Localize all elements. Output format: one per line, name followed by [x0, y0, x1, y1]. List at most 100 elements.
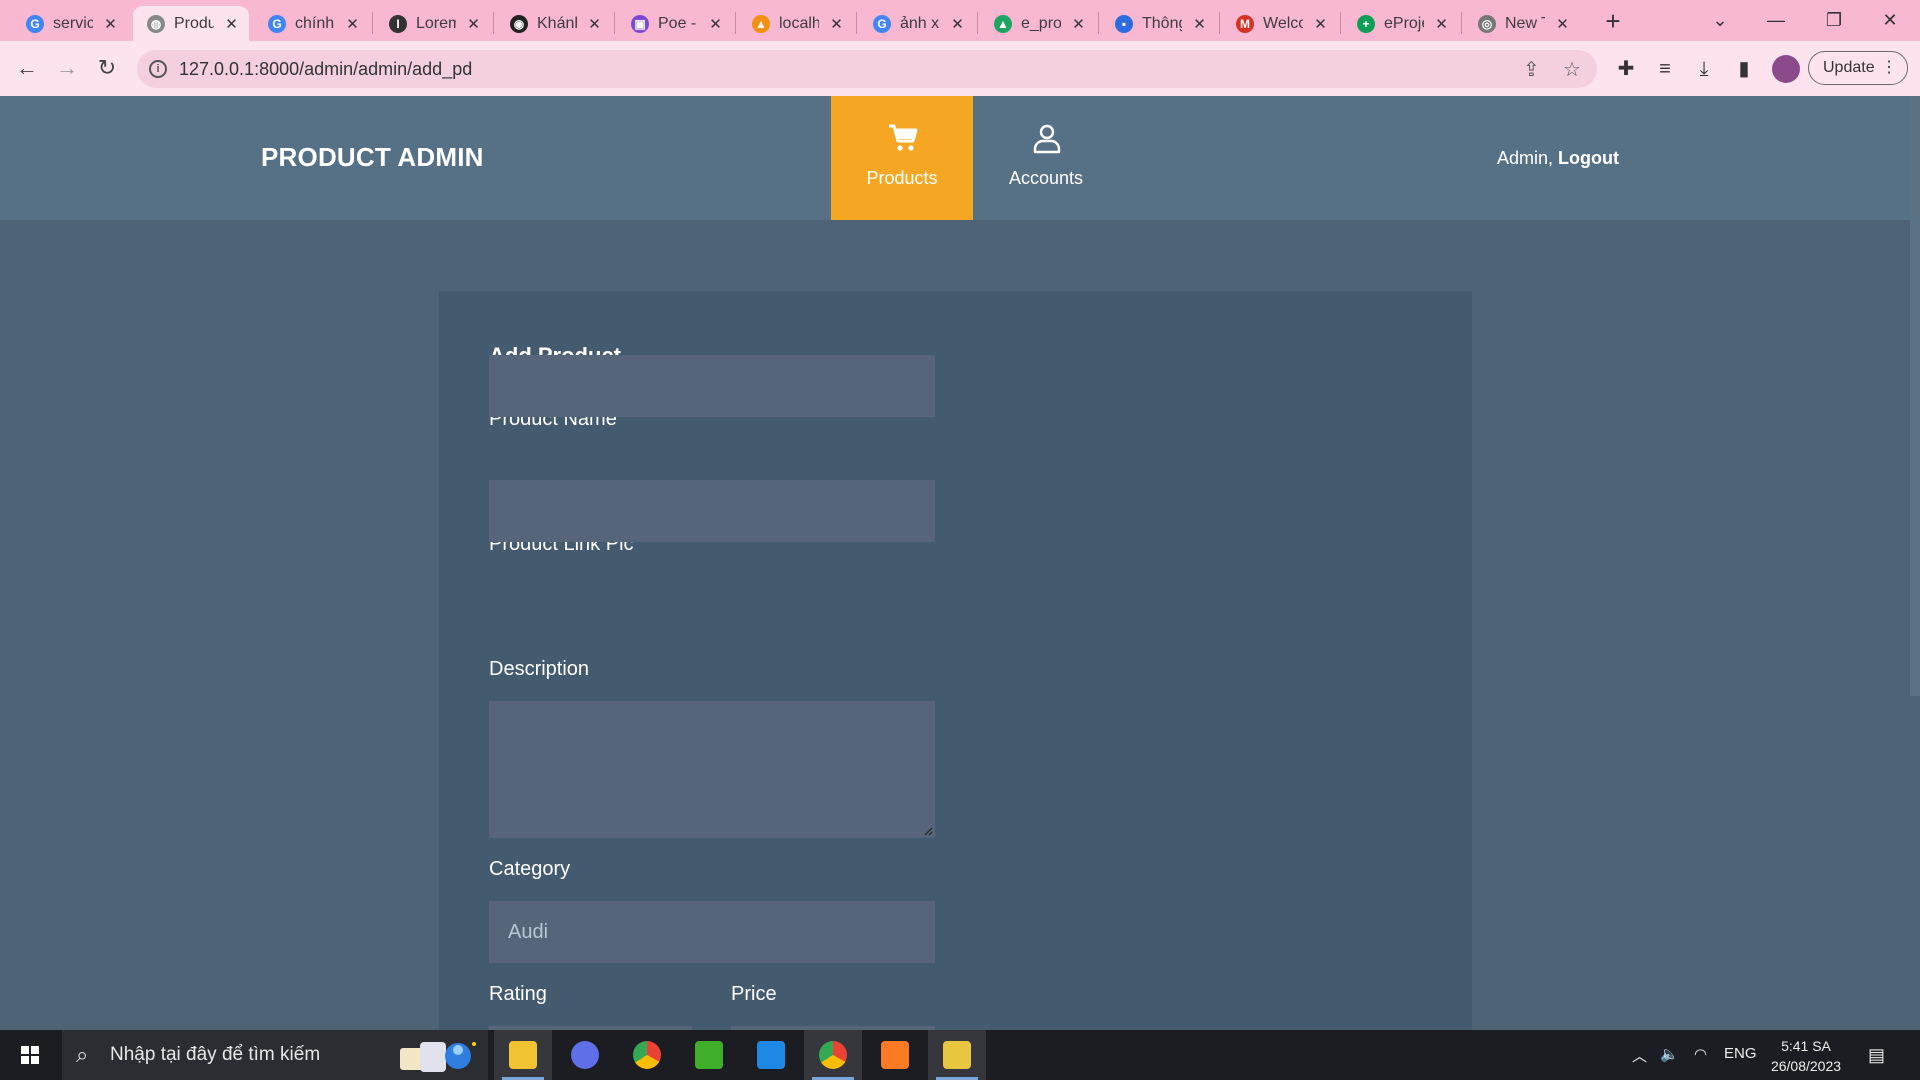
tab-close-icon[interactable]: ✕ [345, 15, 360, 33]
tab-close-icon[interactable]: ✕ [103, 15, 118, 33]
share-icon[interactable]: ⇪ [1523, 57, 1540, 82]
gmail-icon: M [1236, 14, 1254, 33]
browser-tab[interactable]: ▣ Poe - ✕ [617, 6, 733, 41]
side-panel-icon[interactable]: ▮ [1730, 55, 1758, 83]
tab-close-icon[interactable]: ✕ [1313, 15, 1328, 33]
add-product-card: Add Product Product Name Product Link Pi… [439, 291, 1472, 1030]
back-icon[interactable]: ← [12, 53, 42, 83]
tab-separator [856, 12, 857, 34]
url-text[interactable]: 127.0.0.1:8000/admin/admin/add_pd [179, 59, 472, 80]
notifications-icon[interactable]: ▤ [1868, 1045, 1885, 1066]
taskbar-sheets-app[interactable] [680, 1030, 738, 1080]
restore-icon[interactable]: ❐ [1814, 6, 1854, 34]
browser-tab[interactable]: Gchính ✕ [254, 6, 370, 41]
profile-avatar[interactable] [1772, 55, 1800, 83]
tab-close-icon[interactable]: ✕ [466, 15, 481, 33]
minimize-icon[interactable]: — [1756, 6, 1796, 34]
browser-tab[interactable]: ▲ e_proj ✕ [980, 6, 1096, 41]
user-area: Admin, Logout [1497, 148, 1619, 169]
input-language[interactable]: ENG [1724, 1045, 1757, 1062]
nav-accounts[interactable]: Accounts [975, 96, 1117, 220]
logout-link[interactable]: Logout [1558, 148, 1619, 168]
browser-tab[interactable]: ◍ Products ✕ [133, 6, 249, 41]
site-info-icon[interactable]: i [149, 60, 167, 78]
tab-close-icon[interactable]: ✕ [587, 15, 602, 33]
tab-search-icon[interactable]: ⌄ [1700, 6, 1740, 34]
tab-separator [372, 12, 373, 34]
category-select[interactable]: Audi [489, 901, 935, 963]
media-queue-icon[interactable]: ≡ [1651, 55, 1679, 83]
globe-icon: ◍ [147, 14, 165, 33]
tab-close-icon[interactable]: ✕ [1555, 15, 1570, 33]
browser-tab[interactable]: ▪ Thông ✕ [1101, 6, 1217, 41]
lorem-ipsum-icon: I [389, 14, 407, 33]
google-icon: G [26, 14, 44, 33]
taskbar-tool-app[interactable] [928, 1030, 986, 1080]
google-icon: G [268, 14, 286, 33]
browser-tab[interactable]: I Lorem ✕ [375, 6, 491, 41]
tab-close-icon[interactable]: ✕ [829, 15, 844, 33]
page-scrollbar[interactable] [1910, 96, 1920, 1030]
windows-start-icon[interactable] [10, 1040, 50, 1070]
file-explorer-icon [509, 1041, 537, 1069]
google-drive-icon: ▲ [994, 14, 1012, 33]
tray-chevron-icon[interactable]: ︿ [1632, 1045, 1647, 1066]
chrome-menu-icon[interactable]: ⋮ [1881, 52, 1897, 84]
resize-handle-icon[interactable] [923, 826, 933, 836]
description-textarea[interactable] [489, 701, 935, 838]
product-name-input[interactable] [489, 355, 935, 417]
browser-tab[interactable]: ◉ Khánh ✕ [496, 6, 612, 41]
tab-close-icon[interactable]: ✕ [224, 15, 239, 33]
tab-separator [1219, 12, 1220, 34]
page-viewport: PRODUCT ADMIN Products Accounts Admin, L… [0, 96, 1920, 1030]
browser-tab[interactable]: Gservice ✕ [12, 6, 128, 41]
tab-close-icon[interactable]: ✕ [1434, 15, 1449, 33]
browser-tab[interactable]: + eProje ✕ [1343, 6, 1459, 41]
forward-icon[interactable]: → [52, 53, 82, 83]
tab-separator [1098, 12, 1099, 34]
browser-tab[interactable]: ◎ New T ✕ [1464, 6, 1580, 41]
extensions-icon[interactable]: ✚ [1612, 55, 1640, 83]
browser-tab[interactable]: M Welco ✕ [1222, 6, 1338, 41]
tab-separator [493, 12, 494, 34]
cart-icon [889, 124, 918, 151]
xampp-icon [881, 1041, 909, 1069]
taskbar-clock[interactable]: 5:41 SA 26/08/2023 [1766, 1036, 1846, 1076]
tab-title: e_proj [1021, 14, 1061, 32]
speaker-icon[interactable]: 🔈 [1660, 1045, 1679, 1063]
browser-tab[interactable]: ▲ localhost ✕ [738, 6, 854, 41]
tab-close-icon[interactable]: ✕ [950, 15, 965, 33]
clock-date: 26/08/2023 [1770, 1058, 1842, 1074]
new-tab-button[interactable]: + [1598, 6, 1628, 36]
search-highlight-illustration [400, 1042, 476, 1072]
taskbar-vscode[interactable] [742, 1030, 800, 1080]
taskbar-chrome-profile[interactable] [804, 1030, 862, 1080]
scrollbar-thumb[interactable] [1910, 96, 1920, 696]
taskbar-search[interactable]: ⌕ Nhập tại đây để tìm kiếm [62, 1030, 488, 1080]
tab-close-icon[interactable]: ✕ [1192, 15, 1207, 33]
tab-close-icon[interactable]: ✕ [1071, 15, 1086, 33]
update-label: Update [1823, 59, 1875, 76]
product-link-pic-input[interactable] [489, 480, 935, 542]
taskbar-xampp[interactable] [866, 1030, 924, 1080]
nav-products[interactable]: Products [831, 96, 973, 220]
taskbar-copilot[interactable] [556, 1030, 614, 1080]
reload-icon[interactable]: ↻ [92, 53, 122, 83]
address-bar[interactable]: i 127.0.0.1:8000/admin/admin/add_pd ⇪ ☆ [137, 50, 1597, 88]
taskbar-chrome[interactable] [618, 1030, 676, 1080]
tab-title: localhost [779, 14, 819, 32]
update-button[interactable]: Update ⋮ [1808, 51, 1908, 85]
wifi-icon[interactable]: ◠ [1694, 1045, 1707, 1063]
close-window-icon[interactable]: ✕ [1870, 6, 1910, 34]
taskbar-file-explorer[interactable] [494, 1030, 552, 1080]
tab-title: Poe - [658, 14, 697, 32]
phpmyadmin-icon: ▲ [752, 14, 770, 33]
browser-tab[interactable]: Gảnh xe ✕ [859, 6, 975, 41]
description-label: Description [489, 658, 590, 680]
download-icon[interactable]: ⤓ [1690, 55, 1718, 83]
nav-accounts-label: Accounts [1008, 168, 1084, 188]
tab-close-icon[interactable]: ✕ [708, 15, 723, 33]
chrome-icon: ◎ [1478, 14, 1496, 33]
bookmark-star-icon[interactable]: ☆ [1563, 57, 1581, 82]
brand-title[interactable]: PRODUCT ADMIN [261, 142, 484, 173]
